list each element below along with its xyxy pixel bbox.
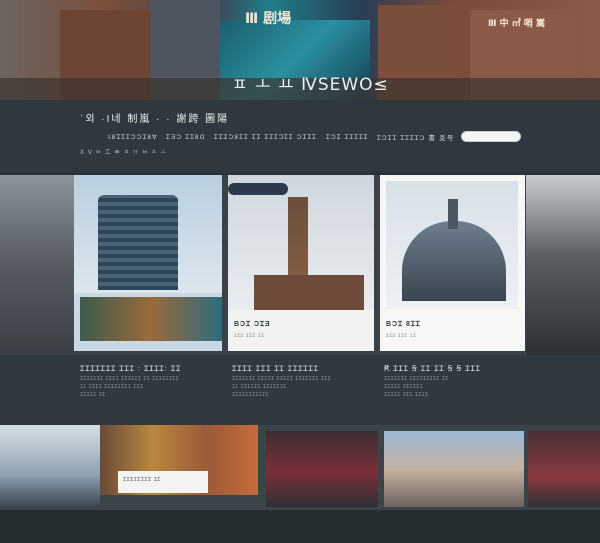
card-subcaption: ꞮꞮꞮ ꞮꞮꞮ ꞮꞮ xyxy=(234,333,265,338)
clocktower-photo xyxy=(228,175,374,310)
hero-overlay-text: ㅍ ㅗ ㅛ ⅣSEWO≤ xyxy=(232,75,389,95)
column-3-title[interactable]: Ꞧ ꞮꞮꞮ Ꞩ ꞮꞮ ꞮꞮ Ꞩ Ꞩ ꞮꞮꞮ xyxy=(384,364,481,374)
column-2-line: ꞮꞮꞮꞮꞮꞮꞮ ꞮꞮꞮꞮꞮ ꞮꞮꞮꞮꞮ ꞮꞮꞮꞮꞮꞮꞮ ꞮꞮꞮ xyxy=(232,377,332,382)
nav-item-1[interactable]: Ꙇ8ꞮꞮꞮƆƆꞮ8Ɐ xyxy=(108,132,158,141)
building-icon xyxy=(98,195,178,290)
station-photo xyxy=(386,181,518,309)
station-spire xyxy=(448,199,458,229)
column-2-line: ꞮꞮꞮꞮꞮꞮꞮꞮꞮꞮꞮ xyxy=(232,393,270,398)
nav-item-2[interactable]: ꞮƎƆ ꞮꞮ8Ɑ xyxy=(166,132,206,141)
gallery-blurred-right xyxy=(526,175,600,355)
nav-item-3[interactable]: ꞮꞮꞮƆ8ꞮꞮ ꞮꞮ ꞮꞮꞮƆ xyxy=(214,132,285,141)
bottom-photo-4 xyxy=(384,431,524,507)
column-1-title[interactable]: ꞮꞮꞮꞮꞮꞮꞮ ꞮꞮꞮ ꞉ ꞮꞮꞮꞮ꞉ ꞮꞮ xyxy=(80,364,181,374)
hero-banner: Ⅲ 剧場 Ⅲ 中 ㎡ 哨 嵩 ㅍ ㅗ ㅛ ⅣSEWO≤ xyxy=(0,0,600,100)
gallery-card-2[interactable]: BƆꞮ ƆꞮƎ ꞮꞮꞮ ꞮꞮꞮ ꞮꞮ xyxy=(228,175,374,351)
card-caption: BƆꞮ 8ꞮꞮ xyxy=(386,321,421,328)
column-1-line: ꞮꞮꞮꞮꞮ ꞮꞮ xyxy=(80,393,106,398)
bottom-photo-1 xyxy=(0,425,100,507)
card-caption: BƆꞮ ƆꞮƎ xyxy=(234,321,271,328)
page-footer xyxy=(0,510,600,543)
gallery-card-3[interactable]: BƆꞮ 8ꞮꞮ ꞮꞮꞮ ꞮꞮꞮ ꞮꞮ xyxy=(380,175,525,351)
column-3-line: ꞮꞮꞮꞮꞮ ꞮꞮꞮꞮꞮꞮ xyxy=(384,385,424,390)
nav-item-5[interactable]: ꞮƆꞮ ꞮꞮꞮꞮꞮ xyxy=(326,132,369,141)
column-2-title[interactable]: ꞮꞮꞮꞮ ꞮꞮꞮ ꞮꞮ ꞮꞮꞮꞮꞮꞮ xyxy=(232,364,319,374)
bottom-photo-3 xyxy=(266,431,378,507)
column-3-line: ꞮꞮꞮꞮꞮ ꞮꞮꞮ ꞮꞮꞮꞮ xyxy=(384,393,429,398)
site-tagline: Ⅹ Ⅴ ㅂ 工 ㅃ ㅍ ㅠ ㅂ ㅈ ㅗ xyxy=(80,150,167,156)
column-3-line: ꞮꞮꞮꞮꞮꞮꞮ ꞮꞮꞮꞮꞮꞮꞮꞮꞮ ꞮꞮ xyxy=(384,377,449,382)
gallery-blurred-left xyxy=(0,175,74,355)
bottom-gallery: ꞮꞮꞮꞮꞮꞮꞮꞮ ꞮꞮ xyxy=(0,425,600,510)
site-brand[interactable]: ʿ외 ·I네 制嵐 · · 謝跨 圖陽 xyxy=(80,110,229,125)
column-1-line: ꞮꞮ ꞮꞮꞮꞮ ꞮꞮꞮꞮꞮꞮꞮꞮ ꞮꞮꞮ xyxy=(80,385,144,390)
nav-item-4[interactable]: ꞮꞮ ƆꞮꞮꞮ xyxy=(284,132,317,141)
column-1-line: ꞮꞮꞮꞮꞮꞮꞮ ꞮꞮꞮꞮ ꞮꞮꞮꞮꞮꞮ ꞮꞮ ꞮꞮꞮꞮꞮꞮꞮꞮ xyxy=(80,377,180,382)
station-dome xyxy=(402,221,506,301)
flag-badge xyxy=(228,183,288,195)
column-2-line: ꞮꞮ ꞮꞮꞮꞮꞮꞮ ꞮꞮꞮꞮꞮꞮꞮ xyxy=(232,385,287,390)
bottom-photo-5 xyxy=(528,431,600,507)
tower-photo xyxy=(74,175,222,293)
hero-sign-left: Ⅲ 剧場 xyxy=(245,11,292,27)
gallery-strip: BƆꞮ ƆꞮƎ ꞮꞮꞮ ꞮꞮꞮ ꞮꞮ BƆꞮ 8ꞮꞮ ꞮꞮꞮ ꞮꞮꞮ ꞮꞮ xyxy=(0,175,600,355)
hero-sign-right: Ⅲ 中 ㎡ 哨 嵩 xyxy=(488,19,546,29)
gallery-card-1[interactable] xyxy=(74,175,222,351)
tower-base xyxy=(254,275,364,310)
nav-item-6[interactable]: ꞮƆꞮꞮ ꞮꞮꞮꞮƆ 書 㕛号 xyxy=(377,132,455,142)
search-input[interactable] xyxy=(461,131,521,142)
card-subcaption: ꞮꞮꞮ ꞮꞮꞮ ꞮꞮ xyxy=(386,333,417,338)
bottom-label[interactable]: ꞮꞮꞮꞮꞮꞮꞮꞮ ꞮꞮ xyxy=(123,477,161,483)
lobby-photo xyxy=(80,297,222,341)
